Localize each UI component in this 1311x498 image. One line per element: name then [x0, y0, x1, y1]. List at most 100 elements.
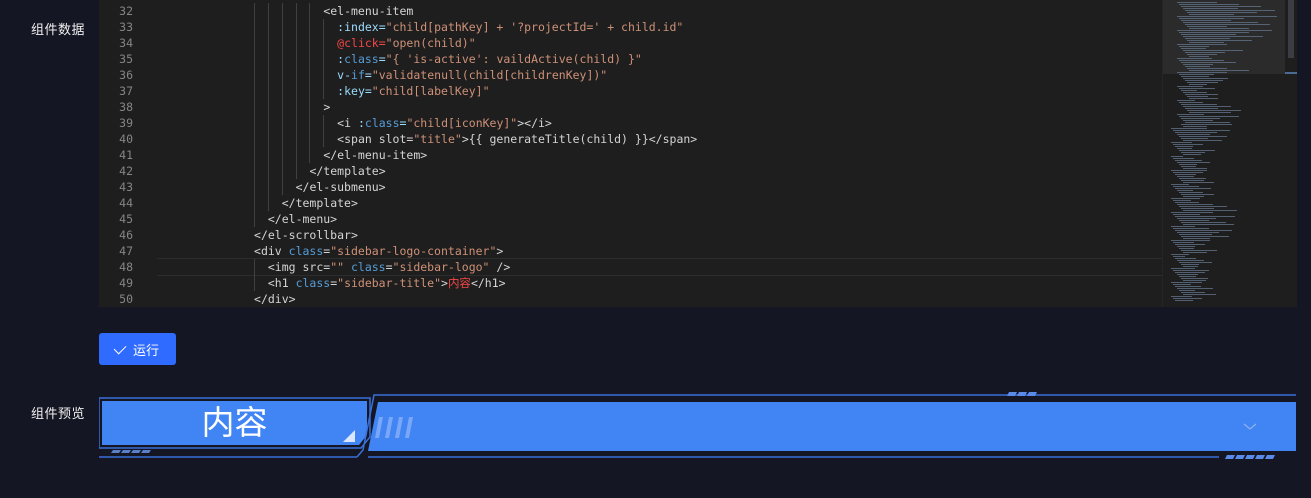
minimap-line: [1187, 26, 1227, 27]
indent-guide: [254, 19, 256, 35]
code-token: </h1>: [470, 276, 506, 290]
scrollbar-thumb[interactable]: [1288, 0, 1294, 58]
code-line[interactable]: >: [323, 99, 330, 115]
code-line[interactable]: @click="open(child)": [337, 35, 475, 51]
code-line[interactable]: <el-menu-item: [323, 3, 413, 19]
code-token: "title": [413, 132, 462, 146]
code-line[interactable]: :class="{ 'is-active': vaildActive(child…: [337, 51, 642, 67]
minimap-line: [1177, 288, 1213, 289]
indent-guide: [267, 115, 269, 131]
indent-guide: [295, 35, 297, 51]
minimap-line: [1171, 240, 1210, 241]
indent-guide: [309, 115, 311, 131]
indent-guide: [267, 51, 269, 67]
minimap-line: [1181, 48, 1206, 49]
code-line[interactable]: <i :class="child[iconKey]"></i>: [337, 115, 552, 131]
code-line[interactable]: <h1 class="sidebar-title">内容</h1>: [268, 275, 506, 291]
label-component-data: 组件数据: [31, 22, 86, 37]
indent-guide: [281, 131, 283, 147]
code-line[interactable]: </el-submenu>: [296, 179, 386, 195]
minimap-line: [1175, 202, 1199, 203]
code-token: "": [330, 260, 345, 274]
indent-guide: [254, 131, 256, 147]
indent-guide: [254, 83, 256, 99]
code-content[interactable]: <el-menu-item:index="child[pathKey] + '?…: [157, 0, 1162, 307]
minimap-line: [1185, 122, 1230, 123]
indent-guide: [281, 179, 283, 195]
code-token: class: [295, 276, 331, 290]
code-line[interactable]: </el-menu-item>: [323, 147, 427, 163]
minimap-line: [1183, 210, 1237, 211]
line-number: 39: [119, 116, 133, 130]
minimap-line: [1175, 174, 1196, 175]
component-preview: 内容: [98, 390, 1299, 462]
code-token: =: [364, 68, 372, 82]
line-number: 33: [119, 20, 133, 34]
code-line[interactable]: </template>: [282, 195, 358, 211]
minimap-line: [1181, 138, 1208, 139]
indent-guide: [267, 83, 269, 99]
code-editor[interactable]: 32 33 34 35 36 37 38 39 40 41 42 43 44 45 46 47 48 49 50 <…: [99, 0, 1297, 307]
code-line[interactable]: v-if="validatenull(child[childrenKey])": [337, 67, 607, 83]
minimap-line: [1181, 208, 1214, 209]
minimap-line: [1185, 24, 1270, 25]
code-line[interactable]: <span slot="title">{{ generateTitle(chil…: [337, 131, 697, 147]
indent-guide: [323, 67, 325, 83]
minimap-line: [1173, 284, 1191, 285]
run-button[interactable]: 运行: [99, 333, 176, 365]
minimap-line: [1181, 20, 1231, 21]
minimap-line: [1175, 230, 1232, 231]
code-token: />: [489, 260, 511, 274]
minimap-line: [1183, 120, 1213, 121]
line-number: 40: [119, 132, 133, 146]
minimap-line: [1171, 296, 1192, 297]
minimap-line: [1177, 44, 1227, 45]
top-dash-marks: [1007, 392, 1037, 396]
minimap-line: [1189, 112, 1231, 113]
code-line[interactable]: </div>: [254, 291, 296, 307]
minimap-line: [1181, 62, 1236, 63]
minimap-line: [1179, 164, 1197, 165]
dropdown-bar[interactable]: [368, 402, 1296, 451]
minimap-line: [1177, 2, 1217, 3]
code-token: ></i>: [517, 116, 552, 130]
code-token: <i: [337, 116, 358, 130]
indent-guide: [309, 19, 311, 35]
minimap[interactable]: [1162, 0, 1297, 307]
code-line[interactable]: <div class="sidebar-logo-container">: [254, 243, 503, 259]
indent-guide: [254, 3, 256, 19]
indent-guide: [309, 83, 311, 99]
indent-guide: [254, 211, 256, 227]
indent-guide: [309, 35, 311, 51]
minimap-line: [1185, 108, 1218, 109]
code-line[interactable]: </el-scrollbar>: [254, 227, 358, 243]
code-line[interactable]: </template>: [309, 163, 385, 179]
minimap-line: [1183, 266, 1198, 267]
code-line[interactable]: </el-menu>: [268, 211, 337, 227]
code-token: >: [496, 244, 504, 258]
indent-guide: [281, 51, 283, 67]
indent-guide: [267, 179, 269, 195]
code-token: =: [385, 260, 393, 274]
line-number: 37: [119, 84, 133, 98]
check-icon: [113, 341, 127, 354]
line-number: 48: [119, 260, 133, 274]
line-number: 41: [119, 148, 133, 162]
minimap-line: [1185, 10, 1275, 11]
indent-guide: [281, 99, 283, 115]
code-token: "sidebar-title": [337, 276, 441, 290]
code-line[interactable]: <img src="" class="sidebar-logo" />: [268, 259, 510, 275]
code-line[interactable]: :index="child[pathKey] + '?projectId=' +…: [337, 19, 683, 35]
minimap-line: [1175, 286, 1202, 287]
code-line[interactable]: :key="child[labelKey]": [337, 83, 489, 99]
minimap-line: [1187, 54, 1217, 55]
indent-guide: [323, 115, 325, 131]
minimap-line: [1183, 252, 1207, 253]
code-token: "child[labelKey]": [371, 84, 490, 98]
code-token: if: [351, 68, 365, 82]
indent-guide: [323, 83, 325, 99]
minimap-line: [1179, 46, 1209, 47]
minimap-line: [1179, 234, 1212, 235]
minimap-line: [1187, 68, 1227, 69]
editor-scrollbar[interactable]: [1285, 0, 1297, 307]
